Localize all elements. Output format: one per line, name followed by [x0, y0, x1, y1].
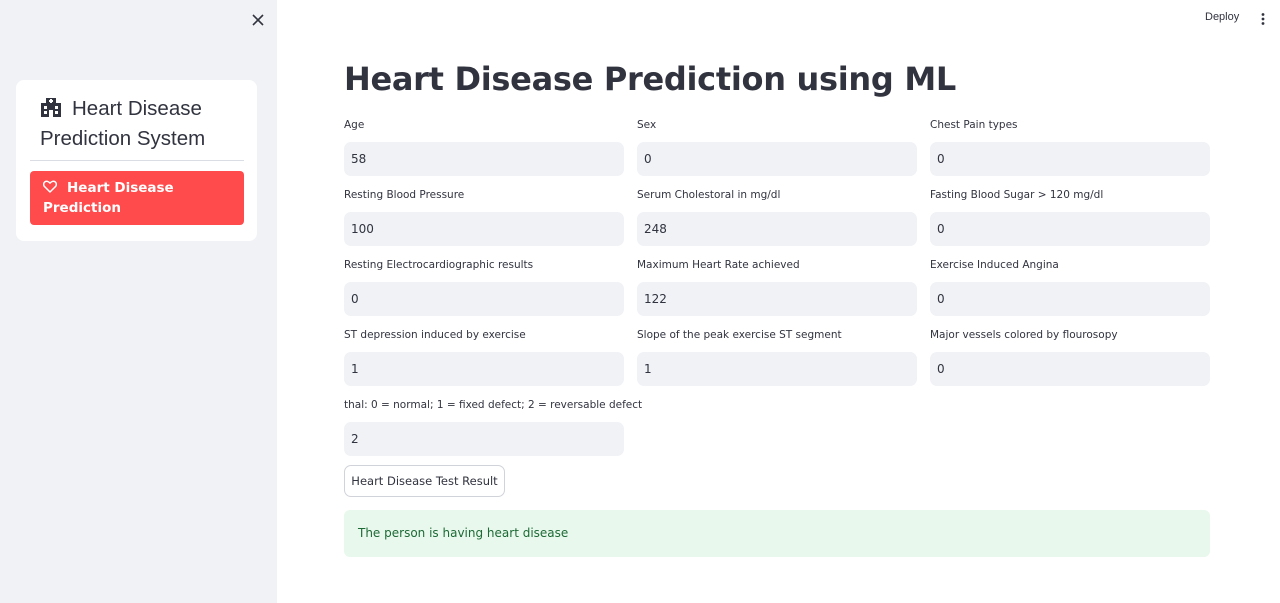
fasting-blood-sugar-input[interactable] [930, 212, 1210, 246]
max-heart-rate-field: Maximum Heart Rate achieved [637, 258, 917, 316]
hospital-icon [41, 98, 61, 117]
sidebar: Heart Disease Prediction System Heart Di… [0, 0, 277, 603]
result-text: The person is having heart disease [358, 526, 569, 540]
menu-title-text: Heart Disease Prediction System [40, 97, 206, 150]
exercise-angina-field: Exercise Induced Angina [930, 258, 1210, 316]
heart-disease-test-button[interactable]: Heart Disease Test Result [344, 465, 505, 497]
st-slope-field: Slope of the peak exercise ST segment [637, 328, 917, 386]
fasting-blood-sugar-field: Fasting Blood Sugar > 120 mg/dl [930, 188, 1210, 246]
age-field: Age [344, 118, 624, 176]
resting-bp-field: Resting Blood Pressure [344, 188, 624, 246]
resting-ecg-input[interactable] [344, 282, 624, 316]
st-slope-input[interactable] [637, 352, 917, 386]
cholesterol-field: Serum Cholestoral in mg/dl [637, 188, 917, 246]
close-icon [252, 14, 264, 26]
heart-icon [43, 180, 57, 193]
exercise-angina-input[interactable] [930, 282, 1210, 316]
age-input[interactable] [344, 142, 624, 176]
fasting-blood-sugar-label: Fasting Blood Sugar > 120 mg/dl [930, 189, 1104, 201]
resting-bp-input[interactable] [344, 212, 624, 246]
sex-input[interactable] [637, 142, 917, 176]
max-heart-rate-label: Maximum Heart Rate achieved [637, 259, 800, 271]
cholesterol-label: Serum Cholestoral in mg/dl [637, 189, 781, 201]
sex-label: Sex [637, 119, 657, 131]
cholesterol-input[interactable] [637, 212, 917, 246]
resting-ecg-field: Resting Electrocardiographic results [344, 258, 624, 316]
chest-pain-label: Chest Pain types [930, 119, 1018, 131]
resting-bp-label: Resting Blood Pressure [344, 189, 465, 201]
result-alert: The person is having heart disease [344, 510, 1210, 557]
menu-title: Heart Disease Prediction System [40, 94, 250, 154]
major-vessels-input[interactable] [930, 352, 1210, 386]
major-vessels-field: Major vessels colored by flourosopy [930, 328, 1210, 386]
thal-label: thal: 0 = normal; 1 = fixed defect; 2 = … [344, 399, 643, 411]
thal-field: thal: 0 = normal; 1 = fixed defect; 2 = … [344, 398, 643, 456]
st-depression-field: ST depression induced by exercise [344, 328, 624, 386]
menu-divider [30, 160, 244, 161]
menu-item-label: Heart Disease Prediction [43, 180, 174, 216]
max-heart-rate-input[interactable] [637, 282, 917, 316]
thal-input[interactable] [344, 422, 624, 456]
close-sidebar-button[interactable] [248, 10, 268, 30]
option-menu: Heart Disease Prediction System Heart Di… [16, 80, 257, 241]
menu-item-heart-disease-prediction[interactable]: Heart Disease Prediction [30, 171, 244, 225]
chest-pain-field: Chest Pain types [930, 118, 1210, 176]
age-label: Age [344, 119, 365, 131]
exercise-angina-label: Exercise Induced Angina [930, 259, 1059, 271]
st-depression-label: ST depression induced by exercise [344, 329, 526, 341]
st-slope-label: Slope of the peak exercise ST segment [637, 329, 842, 341]
major-vessels-label: Major vessels colored by flourosopy [930, 329, 1118, 341]
page-title: Heart Disease Prediction using ML [344, 60, 956, 98]
chest-pain-input[interactable] [930, 142, 1210, 176]
st-depression-input[interactable] [344, 352, 624, 386]
deploy-button[interactable]: Deploy [1205, 11, 1239, 23]
main-menu-button[interactable] [1259, 11, 1267, 25]
resting-ecg-label: Resting Electrocardiographic results [344, 259, 534, 271]
kebab-menu-icon [1261, 13, 1265, 25]
sex-field: Sex [637, 118, 917, 176]
